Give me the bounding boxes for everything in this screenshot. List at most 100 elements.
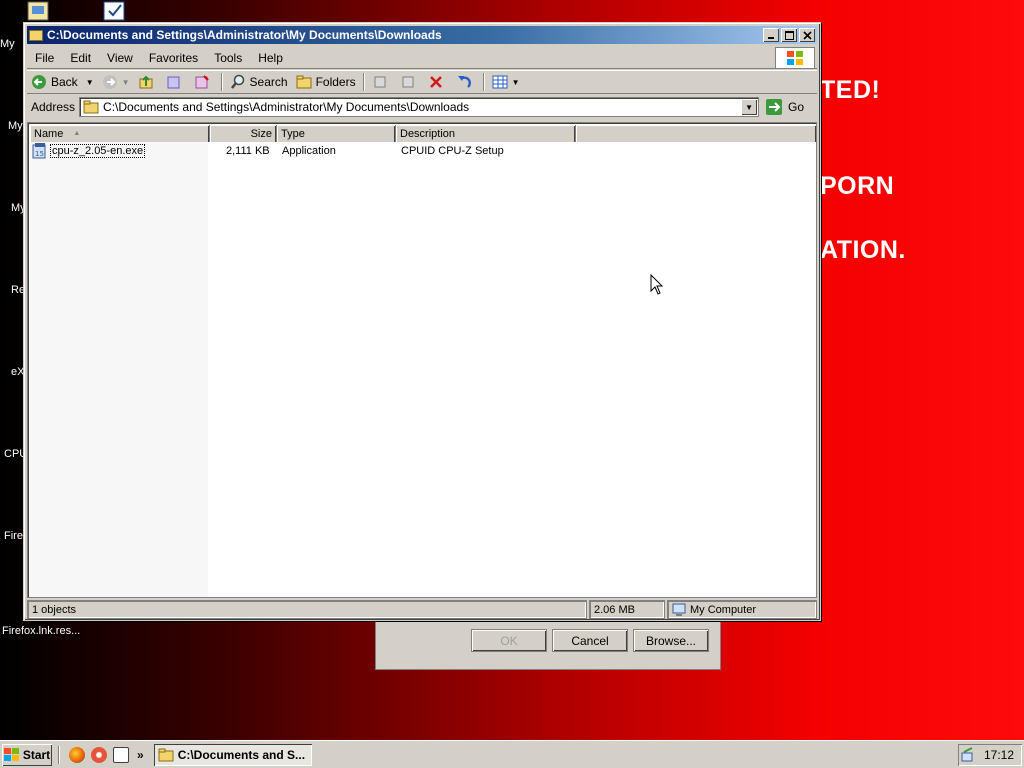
address-input[interactable]: C:\Documents and Settings\Administrator\… — [79, 97, 760, 117]
file-row[interactable]: 15 cpu-z_2.05-en.exe 2,111 KB Applicatio… — [30, 143, 816, 160]
address-value: C:\Documents and Settings\Administrator\… — [103, 100, 470, 114]
column-header-type[interactable]: Type — [277, 125, 396, 142]
file-size: 2,111 KB — [226, 145, 270, 157]
copy-button[interactable] — [396, 71, 424, 93]
address-bar: Address C:\Documents and Settings\Admini… — [27, 95, 817, 119]
search-label: Search — [249, 75, 288, 89]
status-bar: 1 objects 2.06 MB My Computer — [27, 600, 817, 619]
ransom-text-line: ATION. — [820, 236, 906, 264]
menu-bar: File Edit View Favorites Tools Help — [27, 47, 817, 69]
app-window-icon[interactable] — [113, 746, 129, 763]
ok-button[interactable]: OK — [471, 629, 547, 652]
go-arrow-icon — [766, 99, 783, 115]
search-icon — [230, 74, 244, 89]
search-button[interactable]: Search — [226, 71, 292, 93]
minimize-button[interactable] — [763, 28, 779, 42]
folders-icon — [296, 75, 312, 89]
standard-toolbar: Back ▼ ▼ Search Folders ▼ — [27, 70, 817, 94]
undo-icon — [457, 76, 471, 88]
windows-logo-icon — [3, 747, 19, 761]
browse-button[interactable]: Browse... — [633, 629, 709, 652]
address-label: Address — [31, 100, 76, 114]
back-button[interactable]: Back ▼ — [27, 71, 98, 93]
folders-label: Folders — [315, 75, 356, 89]
firefox-icon[interactable] — [69, 746, 85, 763]
explorer-window: C:\Documents and Settings\Administrator\… — [23, 22, 821, 621]
toolbar-separator — [482, 73, 485, 91]
menu-favorites[interactable]: Favorites — [141, 51, 206, 65]
status-size: 2.06 MB — [589, 600, 665, 619]
toolbar-separator — [220, 73, 223, 91]
undo-button[interactable] — [452, 71, 480, 93]
sorted-column-highlight — [30, 141, 208, 597]
file-list[interactable]: Name ▲ Size Type Description 15 cpu-z_2.… — [27, 122, 817, 598]
window-title: C:\Documents and Settings\Administrator\… — [47, 28, 442, 42]
column-header-size[interactable]: Size — [210, 125, 277, 142]
quicklaunch-overflow-icon[interactable]: » — [137, 748, 144, 762]
status-zone-label: My Computer — [690, 603, 757, 616]
menu-edit[interactable]: Edit — [62, 51, 99, 65]
chevron-down-icon[interactable]: ▼ — [512, 78, 520, 87]
taskbar: Start » C:\Documents and S... 17:12 — [0, 740, 1024, 768]
column-size-label: Size — [250, 127, 272, 140]
status-objects: 1 objects — [27, 600, 587, 619]
browser-icon[interactable] — [91, 746, 107, 763]
status-zone: My Computer — [667, 600, 817, 619]
folders-button[interactable]: Folders — [292, 71, 360, 93]
views-button[interactable]: ▼ — [488, 71, 524, 93]
maximize-button[interactable] — [781, 28, 797, 42]
desktop-icon-top-right[interactable] — [100, 0, 130, 22]
forward-arrow-icon — [102, 75, 117, 89]
column-headers: Name ▲ Size Type Description — [30, 125, 816, 142]
move-button[interactable] — [368, 71, 396, 93]
column-header-name[interactable]: Name ▲ — [30, 125, 210, 142]
delete-x-icon — [429, 76, 442, 88]
clock[interactable]: 17:12 — [984, 748, 1014, 762]
menu-help[interactable]: Help — [250, 51, 291, 65]
maximize-icon — [784, 30, 794, 40]
background-dialog: OK Cancel Browse... — [375, 620, 721, 670]
taskbar-separator — [58, 745, 60, 764]
minimize-icon — [768, 37, 774, 39]
go-label: Go — [788, 100, 805, 114]
start-label: Start — [22, 747, 51, 762]
address-dropdown-button[interactable]: ▼ — [741, 99, 758, 115]
move-to-icon — [167, 76, 180, 89]
mouse-cursor-icon — [650, 274, 664, 295]
svg-text:15: 15 — [35, 150, 44, 158]
back-label: Back — [51, 75, 78, 89]
column-header-description[interactable]: Description — [396, 125, 576, 142]
go-button[interactable]: Go — [765, 98, 804, 116]
system-tray: 17:12 — [958, 744, 1022, 766]
file-type: Application — [282, 145, 336, 157]
copy-to-icon — [195, 75, 209, 89]
cancel-button[interactable]: Cancel — [552, 629, 628, 652]
menu-file[interactable]: File — [27, 51, 62, 65]
taskbar-button-explorer[interactable]: C:\Documents and S... — [153, 743, 312, 766]
column-type-label: Type — [281, 127, 305, 140]
file-name[interactable]: cpu-z_2.05-en.exe — [50, 144, 146, 158]
close-button[interactable] — [799, 28, 815, 42]
menu-view[interactable]: View — [99, 51, 141, 65]
desktop-icon-top-left[interactable] — [24, 0, 54, 22]
application-exe-icon: 15 — [32, 143, 46, 159]
move-to-button[interactable] — [162, 71, 190, 93]
up-folder-button[interactable] — [134, 71, 162, 93]
back-arrow-icon — [32, 75, 46, 89]
copy-to-button[interactable] — [190, 71, 218, 93]
delete-button[interactable] — [424, 71, 452, 93]
ransom-text-line: PORN — [820, 172, 895, 200]
column-description-label: Description — [400, 127, 456, 140]
forward-button[interactable]: ▼ — [98, 71, 134, 93]
chevron-down-icon[interactable]: ▼ — [122, 78, 130, 87]
my-computer-icon — [672, 603, 686, 616]
desktop-icon-label-firefox[interactable]: Firefox.lnk.res... — [2, 625, 80, 637]
folder-icon — [29, 29, 43, 41]
start-button[interactable]: Start — [2, 744, 52, 766]
chevron-down-icon[interactable]: ▼ — [86, 78, 94, 87]
menu-tools[interactable]: Tools — [206, 51, 250, 65]
title-bar[interactable]: C:\Documents and Settings\Administrator\… — [27, 26, 817, 44]
copy-icon — [402, 76, 414, 88]
close-icon — [802, 30, 812, 40]
network-tray-icon[interactable] — [960, 747, 976, 763]
